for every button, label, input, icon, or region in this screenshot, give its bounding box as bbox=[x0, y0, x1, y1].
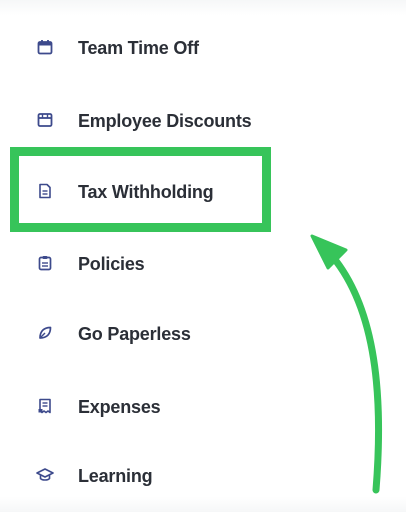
sidebar-item-label: Team Time Off bbox=[78, 38, 199, 58]
receipt-icon bbox=[36, 397, 54, 415]
document-icon bbox=[36, 182, 54, 200]
sidebar-item-tax-withholding[interactable]: Tax Withholding bbox=[0, 172, 300, 212]
sidebar-item-label: Policies bbox=[78, 254, 145, 274]
sidebar-item-label: Learning bbox=[78, 466, 153, 486]
calendar-icon bbox=[36, 38, 54, 56]
clipboard-icon bbox=[36, 254, 54, 272]
sidebar-item-label: Expenses bbox=[78, 397, 161, 417]
leaf-icon bbox=[36, 324, 54, 342]
sidebar-item-employee-discounts[interactable]: Employee Discounts bbox=[0, 101, 300, 141]
sidebar-item-learning[interactable]: Learning bbox=[0, 456, 300, 496]
sidebar-item-label: Employee Discounts bbox=[78, 111, 252, 131]
sidebar-item-policies[interactable]: Policies bbox=[0, 244, 300, 284]
sidebar-item-team-time-off[interactable]: Team Time Off bbox=[0, 28, 300, 68]
sidebar-item-label: Tax Withholding bbox=[78, 182, 214, 202]
sidebar-item-label: Go Paperless bbox=[78, 324, 191, 344]
store-icon bbox=[36, 111, 54, 129]
sidebar-item-go-paperless[interactable]: Go Paperless bbox=[0, 314, 300, 354]
graduation-cap-icon bbox=[36, 466, 54, 484]
sidebar-item-expenses[interactable]: Expenses bbox=[0, 387, 300, 427]
